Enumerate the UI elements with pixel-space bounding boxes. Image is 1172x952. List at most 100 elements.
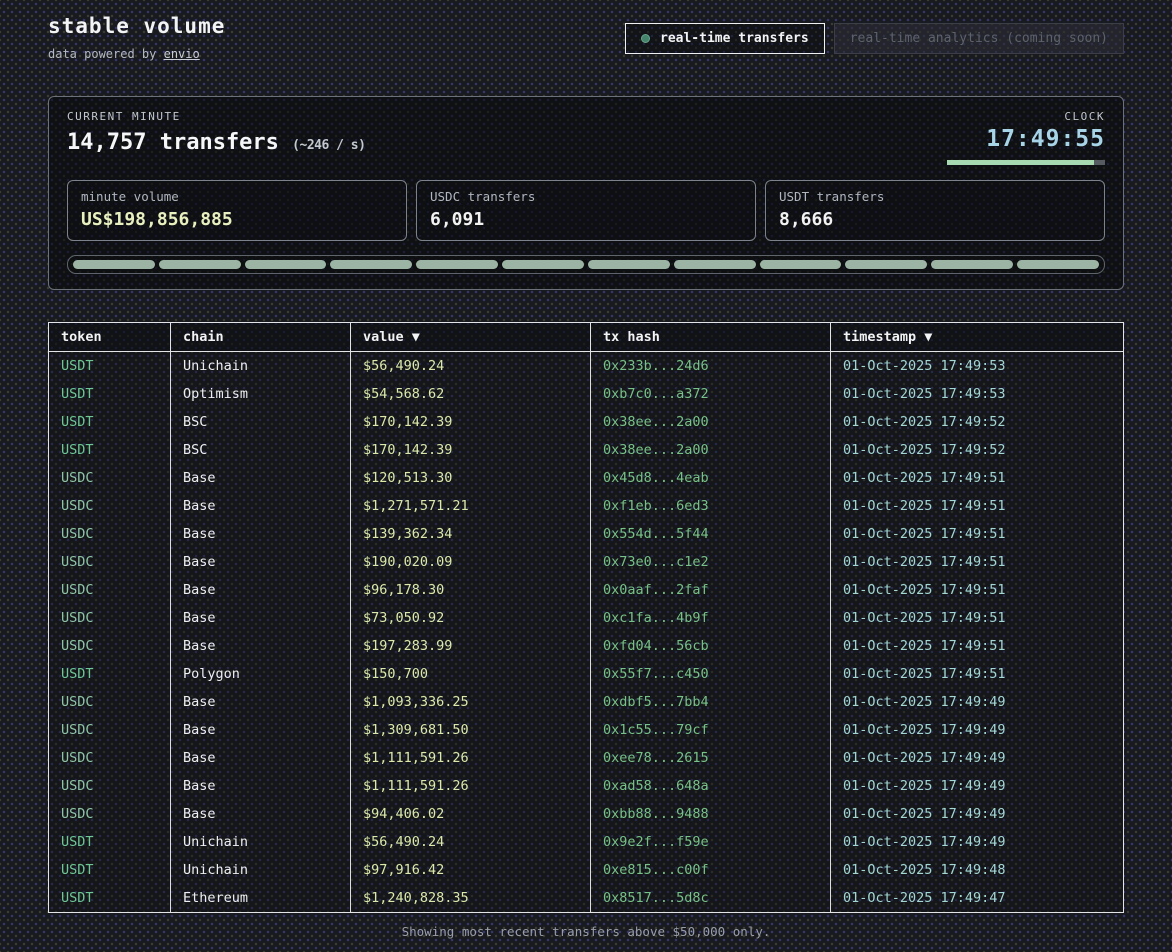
table-row: USDC Base $73,050.92 0xc1fa...4b9f 01-Oc… bbox=[49, 604, 1123, 632]
cell-value: $170,142.39 bbox=[351, 436, 591, 464]
table-row: USDC Base $120,513.30 0x45d8...4eab 01-O… bbox=[49, 464, 1123, 492]
cell-tx-hash[interactable]: 0x45d8...4eab bbox=[591, 464, 831, 492]
cell-token: USDT bbox=[49, 828, 171, 856]
column-header-value[interactable]: value ▼ bbox=[351, 323, 591, 352]
table-row: USDT Unichain $56,490.24 0x233b...24d6 0… bbox=[49, 352, 1123, 380]
cell-tx-hash[interactable]: 0x0aaf...2faf bbox=[591, 576, 831, 604]
transfers-table: token chain value ▼ tx hash timestamp ▼ … bbox=[48, 322, 1124, 913]
activity-segment bbox=[674, 260, 756, 269]
activity-segment bbox=[760, 260, 842, 269]
transfers-count: 14,757 transfers (~246 / s) bbox=[67, 130, 365, 155]
cell-value: $1,271,571.21 bbox=[351, 492, 591, 520]
cell-chain: BSC bbox=[171, 408, 351, 436]
table-row: USDT BSC $170,142.39 0x38ee...2a00 01-Oc… bbox=[49, 436, 1123, 464]
cell-token: USDC bbox=[49, 576, 171, 604]
activity-segment bbox=[931, 260, 1013, 269]
cell-timestamp: 01-Oct-2025 17:49:51 bbox=[831, 604, 1123, 632]
cell-token: USDC bbox=[49, 604, 171, 632]
column-header-timestamp[interactable]: timestamp ▼ bbox=[831, 323, 1123, 352]
cell-tx-hash[interactable]: 0x8517...5d8c bbox=[591, 884, 831, 912]
table-row: USDT Optimism $54,568.62 0xb7c0...a372 0… bbox=[49, 380, 1123, 408]
cell-tx-hash[interactable]: 0x233b...24d6 bbox=[591, 352, 831, 380]
activity-segment bbox=[416, 260, 498, 269]
cell-token: USDT bbox=[49, 380, 171, 408]
stat-value: US$198,856,885 bbox=[81, 209, 393, 230]
clock-label: CLOCK bbox=[947, 110, 1105, 123]
column-header-chain[interactable]: chain bbox=[171, 323, 351, 352]
cell-value: $54,568.62 bbox=[351, 380, 591, 408]
cell-tx-hash[interactable]: 0xbb88...9488 bbox=[591, 800, 831, 828]
cell-value: $1,093,336.25 bbox=[351, 688, 591, 716]
tab-bar: real-time transfers real-time analytics … bbox=[625, 23, 1124, 54]
activity-segment bbox=[1017, 260, 1099, 269]
cell-token: USDC bbox=[49, 632, 171, 660]
cell-tx-hash[interactable]: 0x38ee...2a00 bbox=[591, 436, 831, 464]
table-row: USDC Base $1,271,571.21 0xf1eb...6ed3 01… bbox=[49, 492, 1123, 520]
cell-tx-hash[interactable]: 0xb7c0...a372 bbox=[591, 380, 831, 408]
cell-chain: Unichain bbox=[171, 856, 351, 884]
table-row: USDC Base $94,406.02 0xbb88...9488 01-Oc… bbox=[49, 800, 1123, 828]
cell-value: $96,178.30 bbox=[351, 576, 591, 604]
cell-value: $190,020.09 bbox=[351, 548, 591, 576]
cell-tx-hash[interactable]: 0x9e2f...f59e bbox=[591, 828, 831, 856]
cell-tx-hash[interactable]: 0x55f7...c450 bbox=[591, 660, 831, 688]
column-header-token[interactable]: token bbox=[49, 323, 171, 352]
activity-segment bbox=[845, 260, 927, 269]
stat-usdc-transfers: USDC transfers 6,091 bbox=[416, 180, 756, 241]
cell-value: $73,050.92 bbox=[351, 604, 591, 632]
stat-label: minute volume bbox=[81, 189, 393, 204]
cell-tx-hash[interactable]: 0xc1fa...4b9f bbox=[591, 604, 831, 632]
cell-value: $1,111,591.26 bbox=[351, 744, 591, 772]
stat-value: 6,091 bbox=[430, 209, 742, 230]
clock-block: CLOCK 17:49:55 bbox=[947, 110, 1105, 165]
cell-timestamp: 01-Oct-2025 17:49:48 bbox=[831, 856, 1123, 884]
cell-chain: BSC bbox=[171, 436, 351, 464]
cell-timestamp: 01-Oct-2025 17:49:51 bbox=[831, 520, 1123, 548]
cell-tx-hash[interactable]: 0x1c55...79cf bbox=[591, 716, 831, 744]
cell-tx-hash[interactable]: 0x73e0...c1e2 bbox=[591, 548, 831, 576]
cell-token: USDC bbox=[49, 464, 171, 492]
cell-token: USDT bbox=[49, 352, 171, 380]
cell-chain: Unichain bbox=[171, 828, 351, 856]
tab-real-time-analytics[interactable]: real-time analytics (coming soon) bbox=[834, 23, 1124, 54]
cell-tx-hash[interactable]: 0xf1eb...6ed3 bbox=[591, 492, 831, 520]
cell-tx-hash[interactable]: 0xfd04...56cb bbox=[591, 632, 831, 660]
cell-timestamp: 01-Oct-2025 17:49:49 bbox=[831, 800, 1123, 828]
table-row: USDC Base $1,111,591.26 0xee78...2615 01… bbox=[49, 744, 1123, 772]
page-title: stable volume bbox=[48, 14, 225, 38]
cell-chain: Base bbox=[171, 688, 351, 716]
cell-tx-hash[interactable]: 0xdbf5...7bb4 bbox=[591, 688, 831, 716]
cell-tx-hash[interactable]: 0xad58...648a bbox=[591, 772, 831, 800]
cell-tx-hash[interactable]: 0xee78...2615 bbox=[591, 744, 831, 772]
cell-value: $1,240,828.35 bbox=[351, 884, 591, 912]
cell-tx-hash[interactable]: 0x554d...5f44 bbox=[591, 520, 831, 548]
cell-timestamp: 01-Oct-2025 17:49:49 bbox=[831, 772, 1123, 800]
live-dot-icon bbox=[641, 34, 650, 43]
column-header-tx-hash[interactable]: tx hash bbox=[591, 323, 831, 352]
cell-value: $56,490.24 bbox=[351, 828, 591, 856]
tab-label: real-time analytics (coming soon) bbox=[850, 31, 1108, 46]
envio-link[interactable]: envio bbox=[164, 47, 200, 61]
table-row: USDC Base $197,283.99 0xfd04...56cb 01-O… bbox=[49, 632, 1123, 660]
cell-timestamp: 01-Oct-2025 17:49:49 bbox=[831, 828, 1123, 856]
table-row: USDT Unichain $97,916.42 0xe815...c00f 0… bbox=[49, 856, 1123, 884]
minute-progress-fill bbox=[947, 160, 1094, 165]
tab-real-time-transfers[interactable]: real-time transfers bbox=[625, 23, 825, 54]
cell-token: USDT bbox=[49, 408, 171, 436]
top-bar: stable volume data powered by envio real… bbox=[48, 14, 1124, 61]
table-row: USDT Ethereum $1,240,828.35 0x8517...5d8… bbox=[49, 884, 1123, 912]
cell-token: USDC bbox=[49, 716, 171, 744]
cell-tx-hash[interactable]: 0xe815...c00f bbox=[591, 856, 831, 884]
stat-label: USDT transfers bbox=[779, 189, 1091, 204]
cell-token: USDC bbox=[49, 548, 171, 576]
cell-timestamp: 01-Oct-2025 17:49:47 bbox=[831, 884, 1123, 912]
footer-note: Showing most recent transfers above $50,… bbox=[48, 924, 1124, 939]
cell-token: USDT bbox=[49, 436, 171, 464]
minute-progress-bar bbox=[947, 160, 1105, 165]
cell-timestamp: 01-Oct-2025 17:49:51 bbox=[831, 632, 1123, 660]
cell-tx-hash[interactable]: 0x38ee...2a00 bbox=[591, 408, 831, 436]
cell-value: $56,490.24 bbox=[351, 352, 591, 380]
cell-timestamp: 01-Oct-2025 17:49:51 bbox=[831, 548, 1123, 576]
tab-label: real-time transfers bbox=[660, 31, 809, 46]
cell-value: $150,700 bbox=[351, 660, 591, 688]
